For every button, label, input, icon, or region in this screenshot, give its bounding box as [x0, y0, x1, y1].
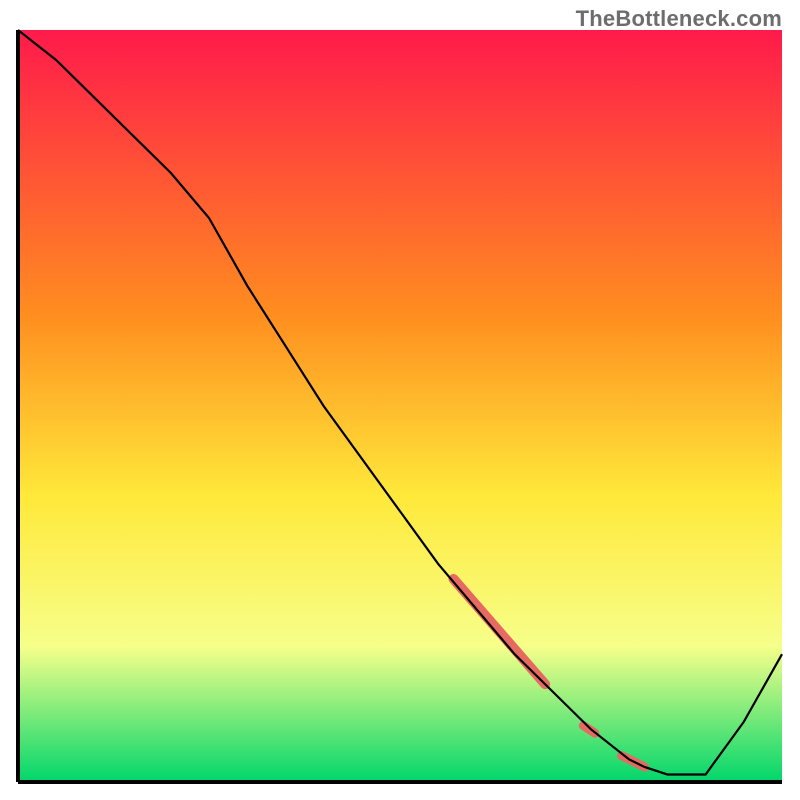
chart-container: TheBottleneck.com [0, 0, 800, 800]
plot-background [18, 30, 782, 782]
bottleneck-chart [0, 0, 800, 800]
